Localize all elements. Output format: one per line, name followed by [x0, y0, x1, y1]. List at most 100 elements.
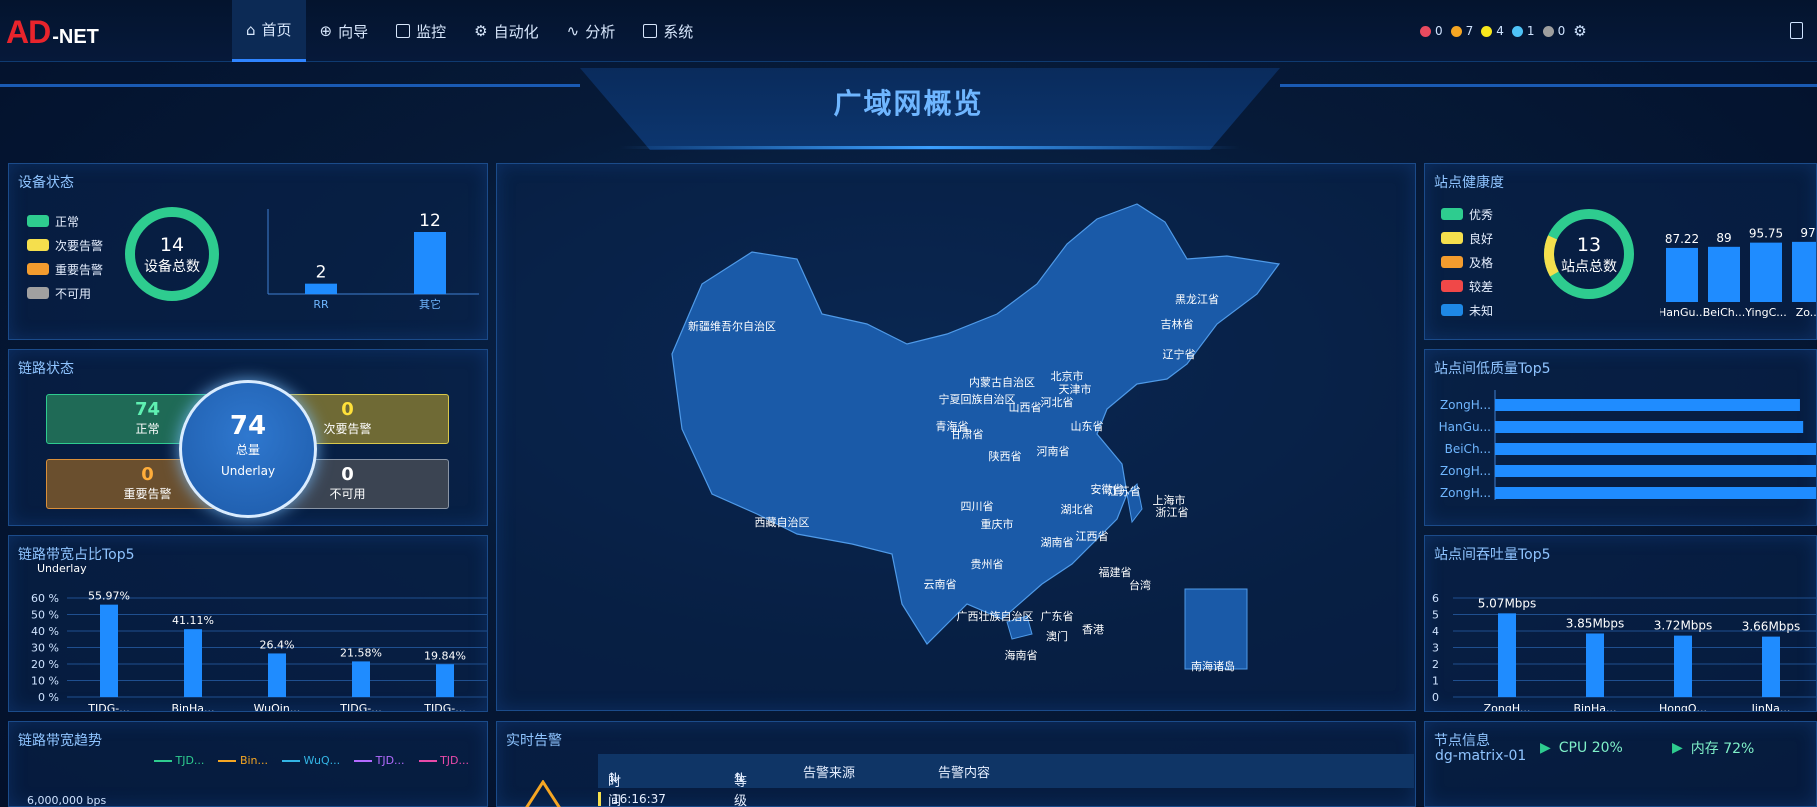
- province-label: 河北省: [1040, 396, 1074, 409]
- quality-bar[interactable]: [1495, 487, 1816, 499]
- bandwidth-bar[interactable]: [100, 604, 118, 697]
- site-total-value: 13: [1576, 234, 1602, 256]
- legend-label: 正常: [55, 214, 80, 229]
- nav-item-label: 自动化: [493, 22, 539, 41]
- bandwidth-bar[interactable]: [268, 653, 286, 697]
- trend-legend-item[interactable]: TJD...: [354, 754, 405, 767]
- site-health-bar[interactable]: [1708, 246, 1740, 302]
- bandwidth-bar[interactable]: [436, 664, 454, 697]
- bar-category-label: Zo...: [1796, 306, 1816, 319]
- bar-category-label: HongQ...: [1659, 702, 1707, 711]
- throughput-bar[interactable]: [1762, 636, 1780, 697]
- legend-item[interactable]: 良好: [1441, 226, 1493, 250]
- bar-value-label: 3.66Mbps: [1742, 620, 1801, 634]
- alarm-count-indeterminate[interactable]: 0: [1542, 24, 1565, 38]
- legend-swatch: [27, 263, 49, 275]
- quality-bar[interactable]: [1495, 421, 1804, 433]
- chart-icon: ∿: [566, 22, 580, 40]
- province-label: 湖南省: [1040, 536, 1074, 549]
- y-tick-label: 6: [1432, 592, 1439, 605]
- alarm-count-minor[interactable]: 4: [1481, 24, 1504, 38]
- quality-bar[interactable]: [1495, 465, 1816, 477]
- nav-item-guide[interactable]: ⊕ 向导: [306, 0, 383, 62]
- legend-swatch: [154, 760, 172, 762]
- site-health-bar[interactable]: [1666, 247, 1698, 302]
- device-bar[interactable]: [414, 232, 446, 294]
- legend-swatch: [1441, 208, 1463, 220]
- province-label: 福建省: [1098, 566, 1132, 579]
- link-total-circle[interactable]: 74 总量 Underlay: [179, 380, 317, 518]
- legend-swatch: [27, 239, 49, 251]
- alarm-count-bar: 0 7 4 1 0 ⚙: [1420, 22, 1587, 40]
- nav-item-label: 系统: [663, 22, 694, 41]
- trend-legend-item[interactable]: TJD...: [418, 754, 469, 767]
- document-icon[interactable]: [1790, 22, 1803, 39]
- legend-label: TJD...: [375, 754, 405, 767]
- province-label: 内蒙古自治区: [969, 376, 1035, 389]
- site-throughput-chart: 0 1 2 3 4 5 6 5.07Mbps ZongH... 3.85Mbps BinHa... 3…: [1432, 592, 1816, 711]
- panel-title: 链路带宽占比Top5: [18, 547, 135, 563]
- legend-item[interactable]: 次要告警: [27, 233, 103, 257]
- alarm-count-major[interactable]: 7: [1450, 24, 1473, 38]
- site-total-label: 站点总数: [1561, 259, 1617, 275]
- y-tick-label: 60 %: [31, 592, 59, 605]
- nav-item-label: 向导: [338, 22, 369, 41]
- throughput-bar[interactable]: [1586, 633, 1604, 697]
- province-label: 澳门: [1046, 630, 1068, 643]
- alarm-row[interactable]: 16:16:37: [598, 790, 1414, 807]
- legend-swatch: [1441, 256, 1463, 268]
- device-total-label: 设备总数: [144, 259, 200, 275]
- play-icon: ▶: [1540, 740, 1551, 756]
- china-map-shape[interactable]: [671, 203, 1281, 645]
- panel-title: 链路带宽趋势: [18, 733, 102, 749]
- memory-metric[interactable]: ▶ 内存 72%: [1672, 733, 1754, 763]
- bar-category-label: TJDG-...: [87, 702, 129, 711]
- nav-item-analysis[interactable]: ∿ 分析: [553, 0, 630, 62]
- bar-category-label: TJDG-...: [339, 702, 381, 711]
- legend-label: 优秀: [1469, 207, 1494, 222]
- app-logo[interactable]: AD -NET: [6, 14, 99, 51]
- legend-item[interactable]: 未知: [1441, 298, 1493, 322]
- nav-item-label: 分析: [585, 22, 616, 41]
- legend-item[interactable]: 优秀: [1441, 202, 1493, 226]
- trend-legend-item[interactable]: WuQ...: [282, 754, 340, 767]
- site-total: 13 站点总数: [1541, 234, 1637, 276]
- nav-item-home[interactable]: ⌂ 首页: [232, 0, 306, 62]
- bandwidth-bar[interactable]: [352, 661, 370, 697]
- throughput-bar[interactable]: [1674, 635, 1692, 697]
- device-bar[interactable]: [305, 283, 337, 294]
- legend-item[interactable]: 重要告警: [27, 257, 103, 281]
- alarm-count-critical[interactable]: 0: [1420, 24, 1443, 38]
- bar-category-label: ZongH...: [1440, 486, 1491, 500]
- province-label: 台湾: [1129, 579, 1151, 592]
- site-health-bar-chart: 87.22 HanGu... 89 BeiCh... 95.75 YingC... 97 Zo…: [1660, 226, 1816, 319]
- bar-value-label: 5.07Mbps: [1478, 596, 1537, 610]
- gear-icon[interactable]: ⚙: [1573, 22, 1586, 40]
- y-tick-label: 5: [1432, 609, 1439, 622]
- site-health-bar[interactable]: [1750, 242, 1782, 302]
- device-total: 14 设备总数: [122, 234, 222, 276]
- device-type-bar-chart: 2 RR 12 其它: [267, 209, 479, 311]
- trend-legend-item[interactable]: Bin...: [218, 754, 268, 767]
- quality-bar[interactable]: [1495, 399, 1800, 411]
- legend-item[interactable]: 较差: [1441, 274, 1493, 298]
- legend-swatch: [1441, 280, 1463, 292]
- legend-item[interactable]: 及格: [1441, 250, 1493, 274]
- memory-label: 内存 72%: [1690, 741, 1755, 757]
- south-china-sea-inset[interactable]: [1184, 588, 1248, 670]
- alarm-count-warning[interactable]: 1: [1511, 24, 1535, 38]
- trend-legend-item[interactable]: TJD...: [154, 754, 204, 767]
- throughput-bar[interactable]: [1498, 613, 1516, 697]
- quality-bar[interactable]: [1495, 443, 1816, 455]
- bar-category-label: YingC...: [1744, 306, 1787, 319]
- device-total-value: 14: [159, 234, 185, 256]
- nav-item-monitor[interactable]: 监控: [382, 0, 460, 62]
- bar-value-label: 19.84%: [424, 649, 466, 662]
- nav-item-automation[interactable]: ⚙ 自动化: [460, 0, 552, 62]
- cpu-metric[interactable]: ▶ CPU 20%: [1540, 733, 1623, 763]
- bandwidth-bar[interactable]: [184, 629, 202, 697]
- site-health-bar[interactable]: [1792, 241, 1816, 302]
- legend-item[interactable]: 不可用: [27, 281, 103, 305]
- nav-item-system[interactable]: 系统: [629, 0, 707, 62]
- legend-item[interactable]: 正常: [27, 209, 103, 233]
